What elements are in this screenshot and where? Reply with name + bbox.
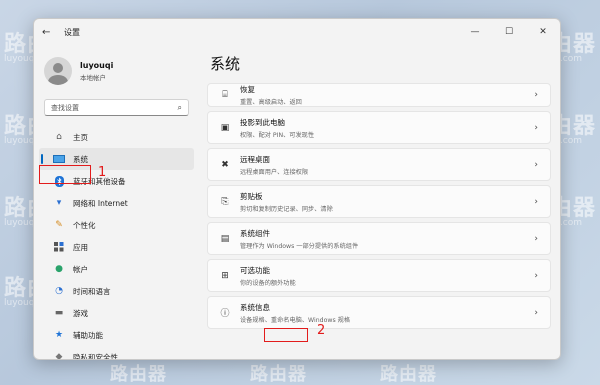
shield-icon: ◆ <box>55 352 63 360</box>
annotation-number-1: 1 <box>98 165 107 180</box>
watermark: 路由器 <box>250 364 307 385</box>
watermark: 路由器 <box>380 364 437 385</box>
chevron-right-icon: › <box>534 90 538 100</box>
minimize-button[interactable]: — <box>458 27 492 37</box>
card-system-info[interactable]: ⓘ 系统信息 设备规格、重命名电脑、Windows 规格 › <box>207 296 551 329</box>
search-placeholder: 查找设置 <box>51 103 79 112</box>
chevron-right-icon: › <box>534 122 538 133</box>
sidebar-item-personalization[interactable]: ✎ 个性化 <box>39 214 194 236</box>
sidebar-nav: ⌂ 主页 系统 蓝牙和其他设备 ▾ 网络和 Internet ✎ 个性化 应用 ● 帐户… <box>34 126 199 360</box>
components-icon: ▤ <box>220 233 230 244</box>
card-remote-desktop[interactable]: ✖ 远程桌面 远程桌面用户、连接权限 › <box>207 148 551 181</box>
remote-desktop-icon: ✖ <box>221 159 229 170</box>
recovery-icon: ⌸ <box>222 90 228 100</box>
clipboard-icon: ⎘ <box>221 196 229 207</box>
close-button[interactable]: ✕ <box>526 27 560 37</box>
projection-icon: ▣ <box>220 122 230 133</box>
chevron-right-icon: › <box>534 307 538 318</box>
title-bar: ← 设置 — ☐ ✕ <box>34 19 560 45</box>
chevron-right-icon: › <box>534 196 538 207</box>
chevron-right-icon: › <box>534 270 538 281</box>
sidebar: luyouqi 本地帐户 查找设置 ⌕ ⌂ 主页 系统 蓝牙和其他设备 ▾ 网络和 … <box>34 45 199 359</box>
card-projection[interactable]: ▣ 投影到此电脑 权限、配对 PIN、可发现性 › <box>207 111 551 144</box>
card-recovery[interactable]: ⌸ 恢复 重置、高级启动、返回 › <box>207 83 551 107</box>
avatar <box>44 57 72 85</box>
monitor-icon <box>53 154 65 164</box>
sidebar-item-accessibility[interactable]: ★ 辅助功能 <box>39 324 194 346</box>
sidebar-item-accounts[interactable]: ● 帐户 <box>39 258 194 280</box>
globe-clock-icon: ◔ <box>55 286 63 296</box>
settings-list: ⌸ 恢复 重置、高级启动、返回 › ▣ 投影到此电脑 权限、配对 PIN、可发现性 … <box>207 83 551 333</box>
window-title: 设置 <box>64 27 80 37</box>
person-icon: ● <box>55 264 63 274</box>
card-optional-features[interactable]: ⊞ 可选功能 你的设备的额外功能 › <box>207 259 551 292</box>
sidebar-item-privacy[interactable]: ◆ 隐私和安全性 <box>39 346 194 360</box>
sidebar-item-network[interactable]: ▾ 网络和 Internet <box>39 192 194 214</box>
maximize-button[interactable]: ☐ <box>492 27 526 37</box>
apps-icon <box>53 242 65 252</box>
sidebar-item-apps[interactable]: 应用 <box>39 236 194 258</box>
wifi-icon: ▾ <box>56 198 62 208</box>
card-clipboard[interactable]: ⎘ 剪贴板 剪切和复制历史记录、同步、清除 › <box>207 185 551 218</box>
user-profile[interactable]: luyouqi 本地帐户 <box>34 45 199 91</box>
accessibility-icon: ★ <box>54 330 64 340</box>
back-button[interactable]: ← <box>42 27 58 38</box>
watermark: 路由器 <box>110 364 167 385</box>
chevron-right-icon: › <box>534 233 538 244</box>
sidebar-item-home[interactable]: ⌂ 主页 <box>39 126 194 148</box>
card-system-components[interactable]: ▤ 系统组件 管理作为 Windows 一部分提供的系统组件 › <box>207 222 551 255</box>
home-icon: ⌂ <box>56 132 62 142</box>
sidebar-item-gaming[interactable]: ▬ 游戏 <box>39 302 194 324</box>
main-panel: 系统 ⌸ 恢复 重置、高级启动、返回 › ▣ 投影到此电脑 权限、配对 PIN、可发… <box>207 45 560 359</box>
annotation-number-2: 2 <box>317 323 326 338</box>
search-icon[interactable]: ⌕ <box>178 103 182 113</box>
profile-account-type: 本地帐户 <box>80 73 106 82</box>
sidebar-item-time-language[interactable]: ◔ 时间和语言 <box>39 280 194 302</box>
brush-icon: ✎ <box>55 220 63 230</box>
page-title: 系统 <box>210 55 241 73</box>
highlight-box-system <box>39 165 91 184</box>
gamepad-icon: ▬ <box>54 308 64 318</box>
optional-features-icon: ⊞ <box>221 270 229 281</box>
profile-name: luyouqi <box>80 60 114 70</box>
highlight-box-system-info <box>264 328 308 342</box>
chevron-right-icon: › <box>534 159 538 170</box>
settings-window: ← 设置 — ☐ ✕ luyouqi 本地帐户 查找设置 ⌕ ⌂ 主页 系统 蓝牙… <box>33 18 561 360</box>
info-icon: ⓘ <box>220 309 230 319</box>
search-input[interactable]: 查找设置 ⌕ <box>44 99 189 116</box>
